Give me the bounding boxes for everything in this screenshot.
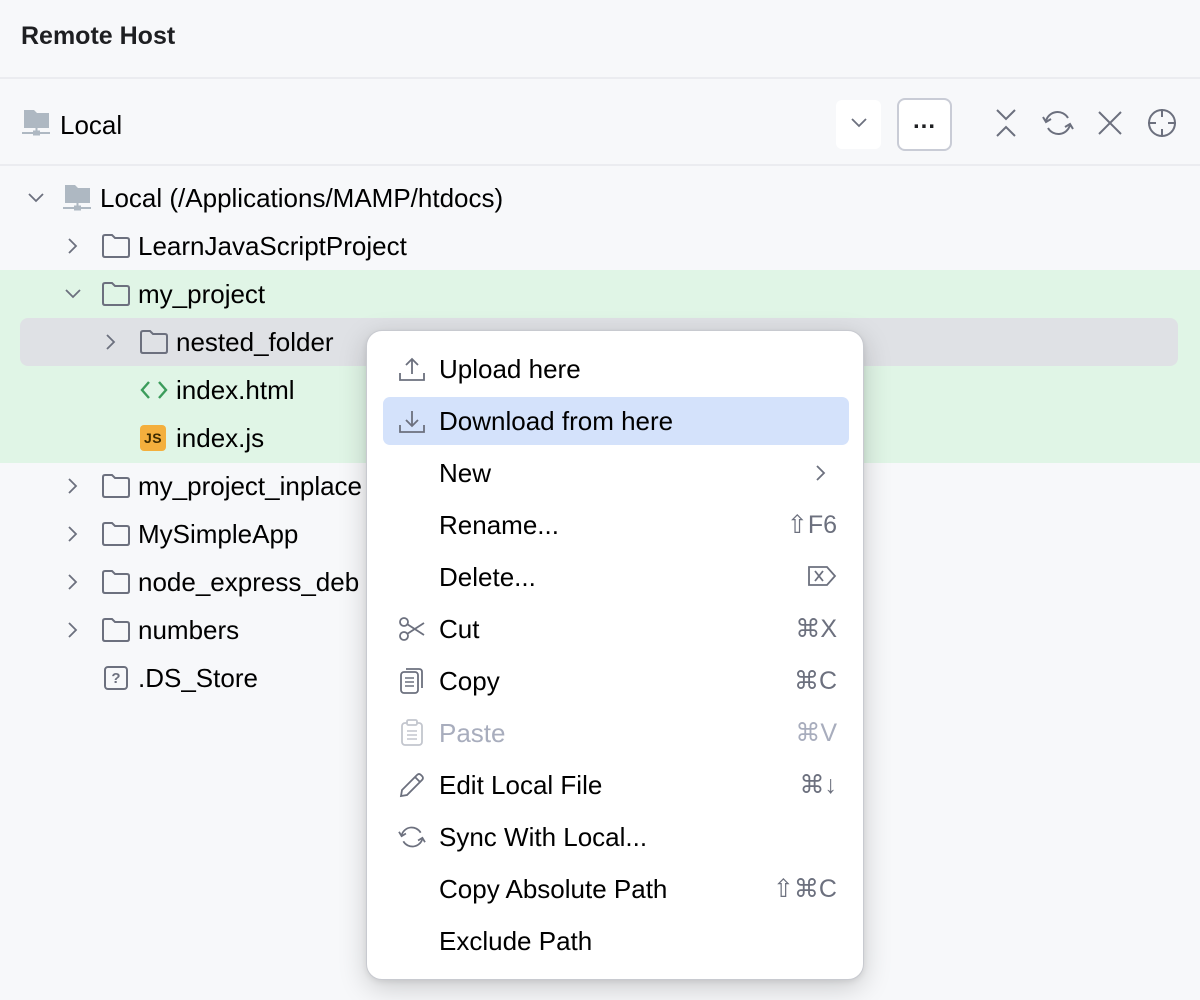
menu-item-edit-local-file[interactable]: Edit Local File ⌘↓ xyxy=(383,761,849,809)
panel-title: Remote Host xyxy=(21,22,176,50)
refresh-button[interactable] xyxy=(1041,108,1075,142)
menu-item-download-from-here[interactable]: Download from here xyxy=(383,397,849,445)
crosshair-icon xyxy=(1146,107,1178,144)
menu-item-paste[interactable]: Paste ⌘V xyxy=(383,709,849,757)
chevron-right-icon[interactable] xyxy=(63,620,83,640)
folder-icon xyxy=(101,471,131,501)
context-menu: Upload here Download from here New Renam… xyxy=(366,330,864,980)
folder-icon xyxy=(101,231,131,261)
chevron-right-icon[interactable] xyxy=(63,236,83,256)
network-folder-icon xyxy=(63,183,93,213)
folder-icon xyxy=(101,615,131,645)
tree-item-label: LearnJavaScriptProject xyxy=(138,231,407,261)
collapse-all-icon xyxy=(994,108,1018,143)
tree-item[interactable]: LearnJavaScriptProject xyxy=(0,222,1200,270)
copy-icon xyxy=(397,667,427,695)
menu-item-exclude-path[interactable]: Exclude Path xyxy=(383,917,849,965)
chevron-right-icon[interactable] xyxy=(63,572,83,592)
tree-item-label: my_project_inplace xyxy=(138,471,363,501)
menu-item-sync-with-local[interactable]: Sync With Local... xyxy=(383,813,849,861)
scissors-icon xyxy=(397,615,427,643)
forward-delete-key-icon xyxy=(807,565,837,594)
shortcut-label: ⇧F6 xyxy=(786,511,837,539)
collapse-all-button[interactable] xyxy=(989,108,1023,142)
menu-item-copy-absolute-path[interactable]: Copy Absolute Path ⇧⌘C xyxy=(383,865,849,913)
shortcut-label: ⌘V xyxy=(795,719,837,747)
folder-icon xyxy=(101,519,131,549)
chevron-down-icon[interactable] xyxy=(63,284,83,304)
host-label: Local xyxy=(60,109,123,140)
locate-button[interactable] xyxy=(1145,108,1179,142)
tree-item-label: index.js xyxy=(176,423,265,453)
folder-icon xyxy=(101,567,131,597)
host-selector[interactable]: Local xyxy=(22,107,122,143)
chevron-down-icon xyxy=(849,116,869,134)
chevron-right-icon[interactable] xyxy=(63,476,83,496)
tree-item-label: my_project xyxy=(138,279,266,309)
upload-icon xyxy=(397,355,427,383)
tree-item[interactable]: my_project xyxy=(0,270,1200,318)
refresh-icon xyxy=(1041,108,1075,143)
close-icon xyxy=(1096,109,1124,142)
menu-item-rename[interactable]: Rename... ⇧F6 xyxy=(383,501,849,549)
menu-item-cut[interactable]: Cut ⌘X xyxy=(383,605,849,653)
sync-icon xyxy=(397,823,427,851)
shortcut-label: ⌘X xyxy=(795,615,837,643)
tree-item-label: nested_folder xyxy=(176,327,334,357)
tree-item-label: numbers xyxy=(138,615,240,645)
chevron-right-icon[interactable] xyxy=(63,524,83,544)
tree-item-label: Local (/Applications/MAMP/htdocs) xyxy=(100,183,504,213)
js-file-icon: JS xyxy=(140,425,166,451)
toolbar: Local ... xyxy=(0,79,1200,166)
close-button[interactable] xyxy=(1093,108,1127,142)
folder-icon xyxy=(101,279,131,309)
menu-item-delete[interactable]: Delete... xyxy=(383,553,849,601)
chevron-right-icon[interactable] xyxy=(101,332,121,352)
paste-icon xyxy=(397,719,427,747)
chevron-down-icon[interactable] xyxy=(26,188,46,208)
menu-item-copy[interactable]: Copy ⌘C xyxy=(383,657,849,705)
pencil-icon xyxy=(397,771,427,799)
shortcut-label: ⇧⌘C xyxy=(772,875,837,903)
network-folder-icon xyxy=(22,108,52,143)
tree-item-label: node_express_deb xyxy=(138,567,360,597)
unknown-file-icon: ? xyxy=(104,666,128,690)
host-dropdown-button[interactable] xyxy=(836,100,881,149)
chevron-right-icon xyxy=(811,463,831,483)
tree-root[interactable]: Local (/Applications/MAMP/htdocs) xyxy=(0,174,1200,222)
tree-item-label: index.html xyxy=(176,375,295,405)
menu-item-new[interactable]: New xyxy=(383,449,849,497)
tree-item-label: .DS_Store xyxy=(138,663,258,693)
tree-item-label: MySimpleApp xyxy=(138,519,299,549)
panel-header: Remote Host xyxy=(0,0,1200,79)
shortcut-label: ⌘↓ xyxy=(799,771,838,799)
menu-item-upload-here[interactable]: Upload here xyxy=(383,345,849,393)
html-file-icon xyxy=(139,375,169,405)
more-button[interactable]: ... xyxy=(897,98,952,151)
folder-icon xyxy=(139,327,169,357)
shortcut-label: ⌘C xyxy=(793,667,837,695)
download-icon xyxy=(397,407,427,435)
